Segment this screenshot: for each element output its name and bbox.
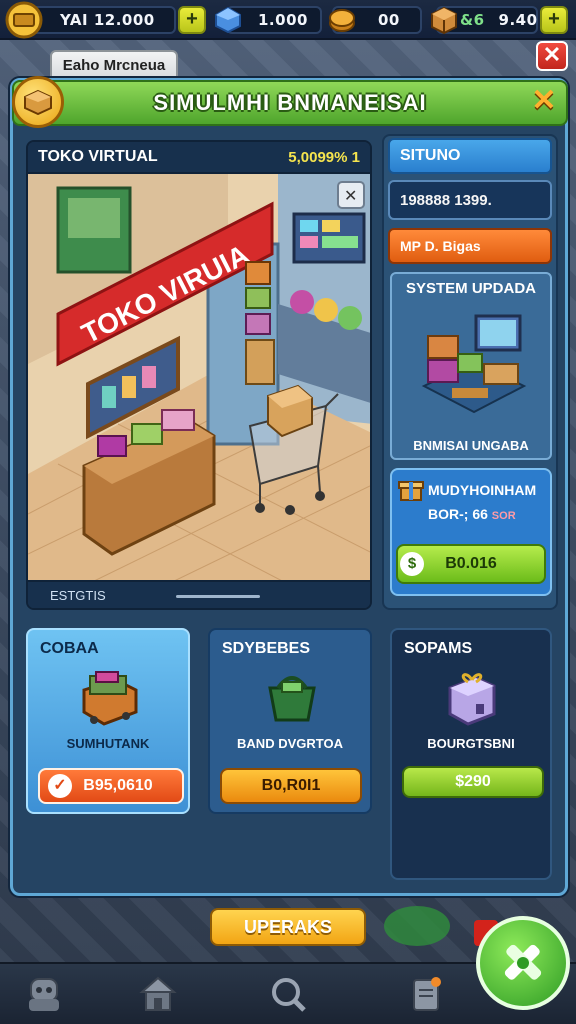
store-name: TOKO VIRTUAL (38, 148, 158, 165)
scroll-indicator[interactable] (176, 595, 260, 598)
buy-item-1-button[interactable]: ✓ B95,0610 (38, 768, 184, 804)
item-label: SOPAMS (404, 640, 473, 657)
panel-header: SIMULMHI BNMANEISAI (12, 80, 568, 126)
computer-desk-icon (421, 314, 527, 414)
store-view[interactable]: TOKO VIRTUAL 5,0099% 1 TOKO VIRUIA ✕ EST… (26, 140, 372, 610)
item-label: COBAA (40, 640, 99, 657)
item-card-3[interactable]: SOPAMS BOURGTSBNI $290 (390, 628, 552, 880)
upgrade-card-line2: BOR-; 66 SOR (428, 506, 516, 522)
store-rate: 5,0099% 1 (288, 148, 360, 166)
system-card-title: SYSTEM UPDADA (405, 280, 536, 297)
box-badge-icon (12, 76, 64, 128)
item-caption: SUMHUTANK (66, 736, 150, 751)
close-panel-icon[interactable]: ✕ (528, 86, 560, 118)
store-footer-text: ESTGTIS (50, 587, 106, 603)
promo-button[interactable]: MP D. Bigas (388, 228, 552, 264)
status-button[interactable]: SITUNO (388, 138, 552, 174)
dollar-coin-icon: $ (400, 552, 424, 576)
nav-store-icon[interactable] (134, 970, 182, 1018)
decorative-blob (384, 906, 450, 946)
resource-bar: YAI 12.000 + 1.000 00 &6 9.40 + (0, 0, 576, 40)
upgrade-label: UPERAKS (243, 916, 332, 937)
hammer-wrench-icon (504, 944, 542, 980)
cash-icon (4, 0, 44, 40)
promo-label: MP D. Bigas (400, 238, 481, 254)
box-icon (424, 0, 464, 40)
store-illustration: TOKO VIRUIA ✕ (28, 174, 370, 584)
buy-item-2-button[interactable]: B0,R0I1 (220, 768, 362, 804)
stat-display: 198888 1399. (388, 180, 552, 220)
system-update-card[interactable]: SYSTEM UPDADA BNMISAI UNGABA (390, 272, 552, 460)
item-price: B95,0610 (83, 777, 153, 794)
store-footer: ESTGTIS (28, 580, 370, 608)
nav-search-icon[interactable] (264, 970, 312, 1018)
svg-text:✕: ✕ (344, 186, 357, 205)
upgrade-offer-card[interactable]: MUDYHOINHAM BOR-; 66 SOR B0.016 $ (390, 468, 552, 596)
upgrade-price: B0.016 (445, 555, 497, 572)
store-header: TOKO VIRTUAL 5,0099% 1 (28, 142, 370, 174)
upgrade-card-line1: MUDYHOINHAM (428, 482, 537, 498)
window-tab[interactable]: Eaho Mrcneua (50, 50, 178, 80)
add-cash-button[interactable]: + (178, 6, 206, 34)
gift-box-icon (398, 481, 424, 501)
system-card-caption: BNMISAI UNGABA (413, 438, 529, 453)
item-card-1[interactable]: COBAA SUMHUTANK ✓ B95,0610 (26, 628, 190, 814)
add-boxes-button[interactable]: + (540, 6, 568, 34)
nav-character-icon[interactable] (20, 970, 68, 1018)
blue-gem-icon (208, 0, 248, 40)
status-label: SITUNO (400, 147, 461, 164)
item-price: $290 (455, 773, 491, 790)
item-label: SDYBEBES (222, 640, 311, 657)
upgrade-button[interactable]: UPERAKS (210, 908, 366, 946)
gold-coin-icon (322, 0, 362, 40)
stat-value: 198888 1399. (400, 191, 492, 209)
action-fab[interactable] (476, 916, 570, 1010)
item-caption: BAND DVGRTOA (237, 736, 343, 751)
supply-crate-icon (82, 671, 138, 726)
item-card-2[interactable]: SDYBEBES BAND DVGRTOA B0,R0I1 (208, 628, 372, 814)
check-icon: ✓ (48, 774, 72, 798)
close-window-button[interactable]: ✕ (536, 41, 568, 71)
panel-title: SIMULMHI BNMANEISAI (153, 90, 427, 115)
basket-icon (268, 676, 316, 722)
buy-item-3-button[interactable]: $290 (402, 766, 544, 798)
item-price: B0,R0I1 (261, 777, 321, 794)
gift-package-icon (448, 673, 496, 726)
nav-clipboard-icon[interactable] (402, 970, 450, 1018)
item-caption: BOURGTSBNI (427, 736, 515, 751)
